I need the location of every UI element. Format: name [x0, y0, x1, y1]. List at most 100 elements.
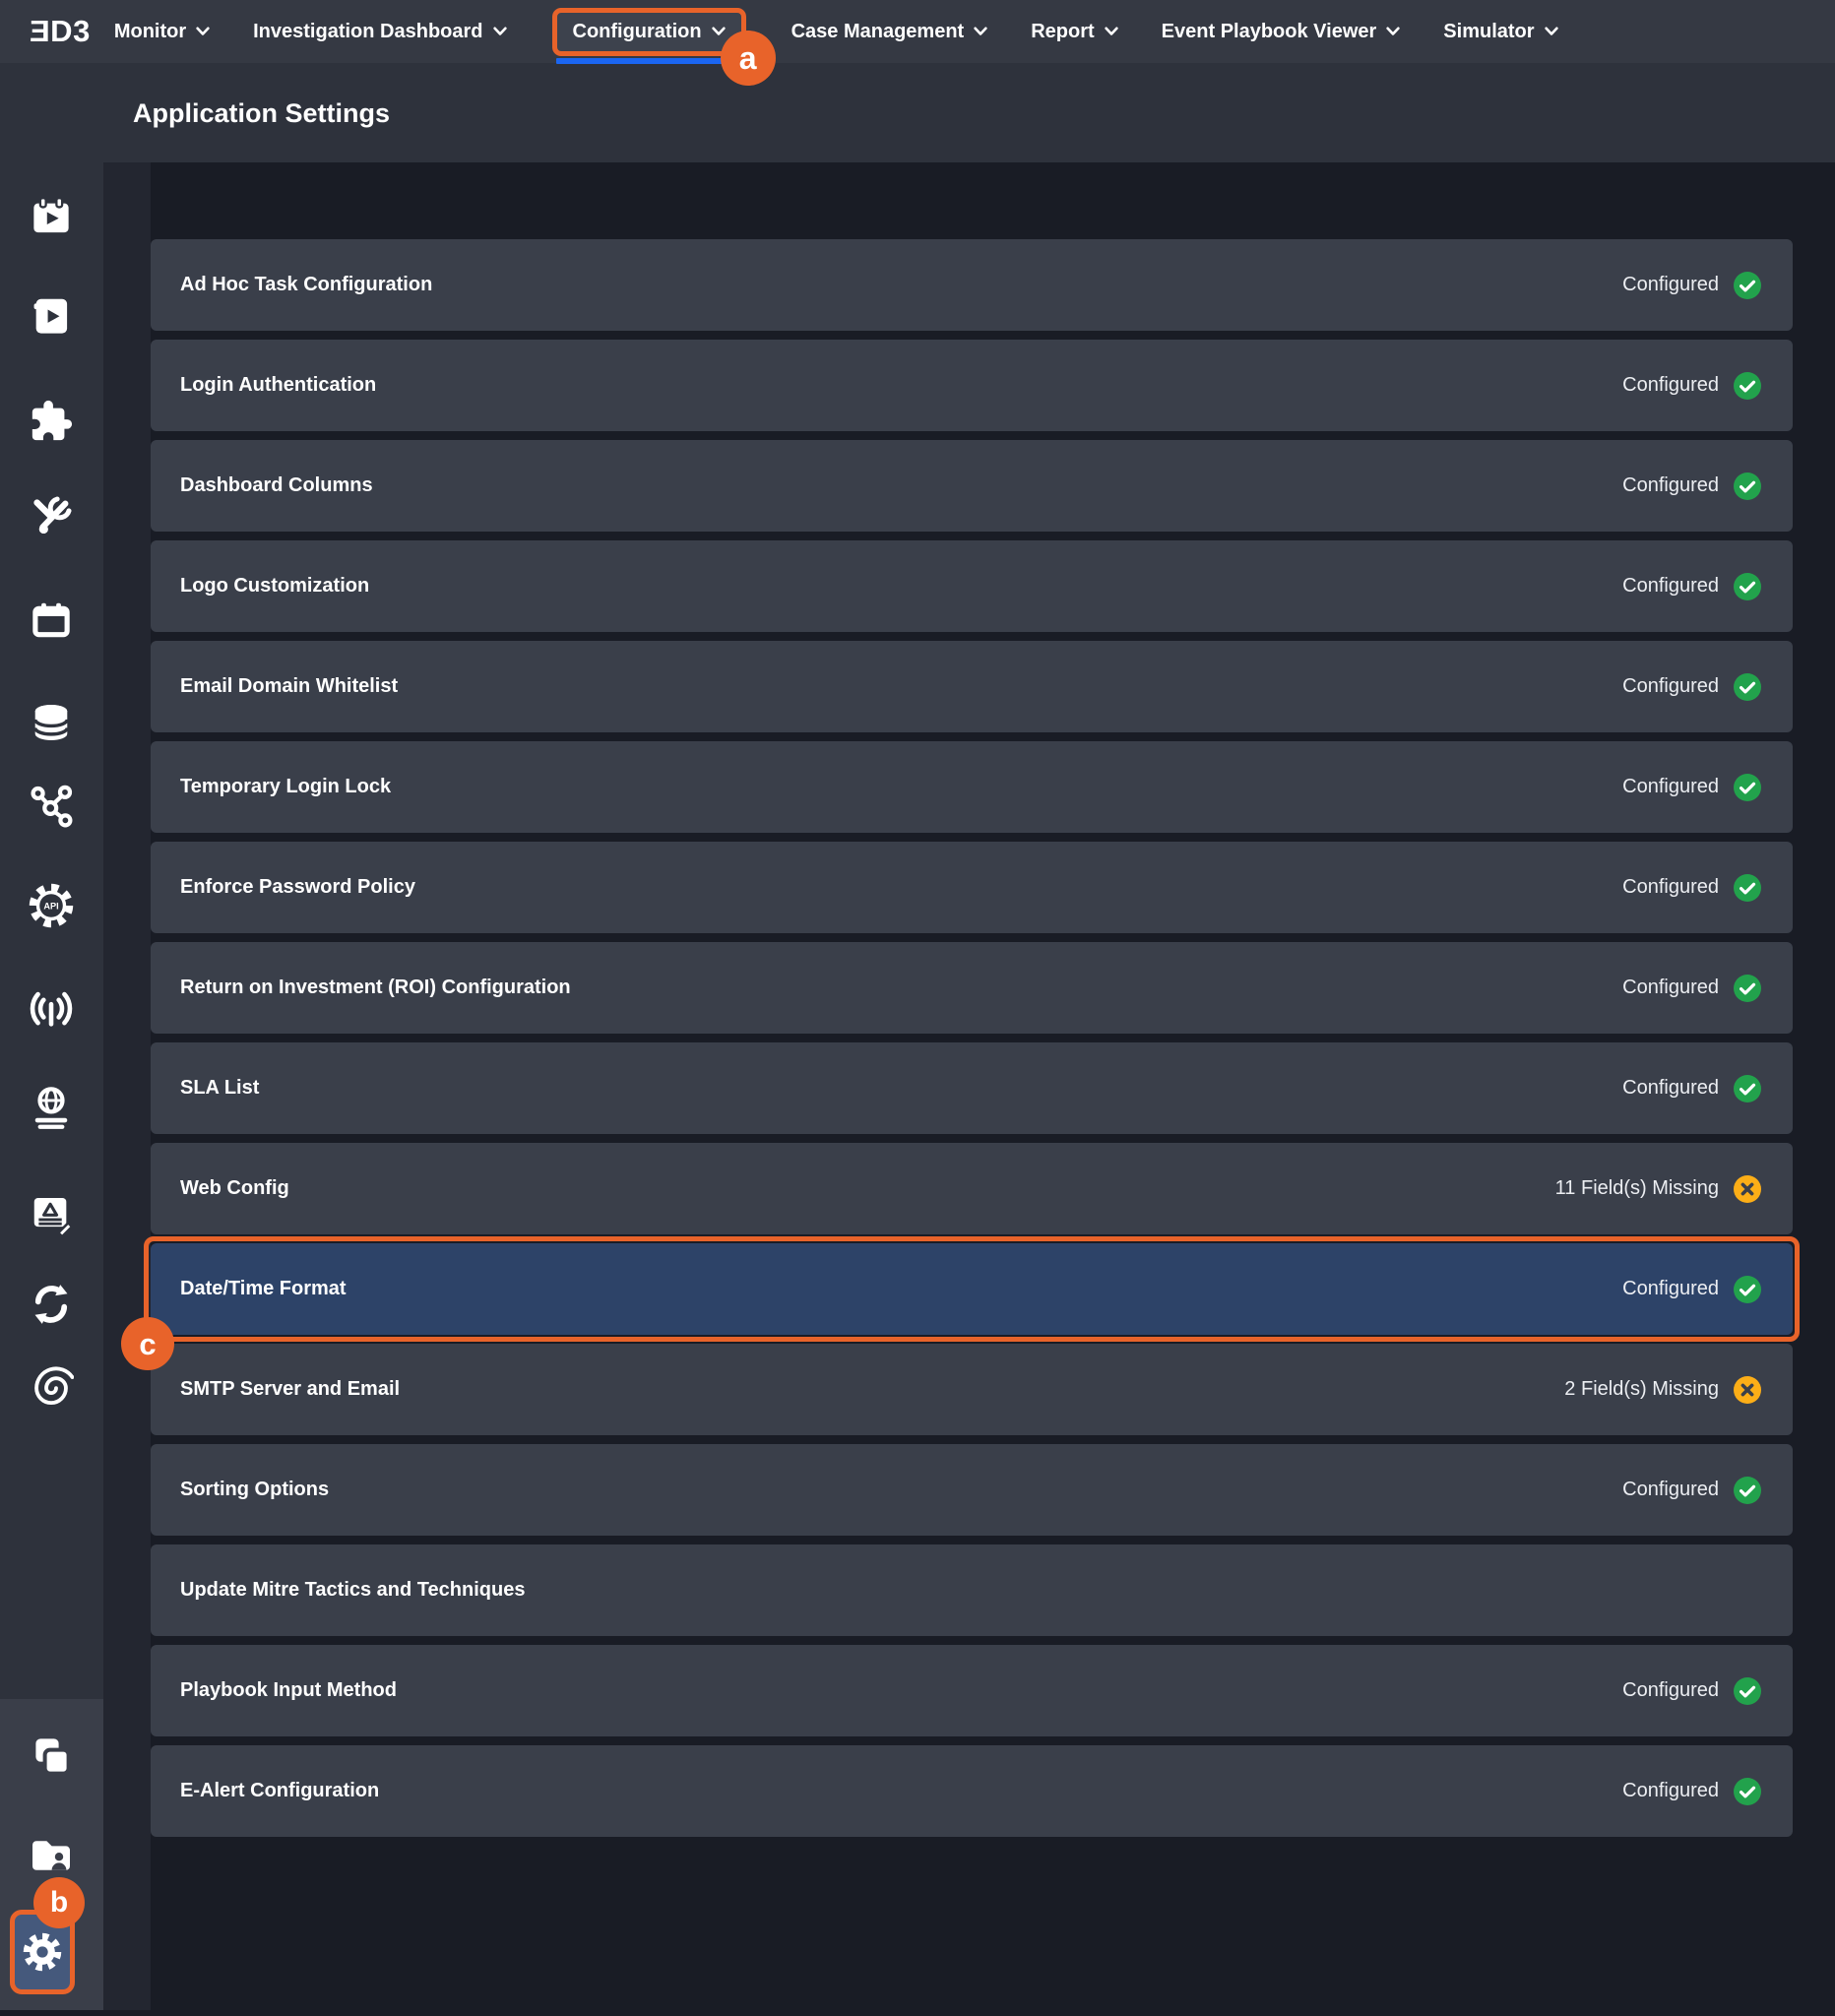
settings-row-label: Return on Investment (ROI) Configuration	[180, 976, 1622, 999]
settings-row-label: Temporary Login Lock	[180, 776, 1622, 798]
sidebar-item-calendar-play[interactable]	[25, 190, 78, 243]
chevron-down-icon	[1386, 27, 1400, 36]
database-icon	[29, 700, 74, 745]
settings-row-status: Configured	[1622, 1077, 1719, 1100]
status-check-icon	[1733, 371, 1762, 401]
status-check-icon	[1733, 1676, 1762, 1706]
chevron-down-icon	[712, 27, 726, 36]
settings-row-enforce-password-policy[interactable]: Enforce Password Policy Configured	[151, 842, 1793, 933]
chevron-down-icon	[493, 27, 507, 36]
sidebar-item-api[interactable]: API	[25, 879, 78, 932]
nav-item-label: Configuration	[573, 21, 702, 43]
settings-row-status: Configured	[1622, 1278, 1719, 1300]
status-check-icon	[1733, 672, 1762, 702]
settings-row-status: Configured	[1622, 474, 1719, 497]
calendar-play-icon	[29, 194, 74, 239]
settings-row-label: Playbook Input Method	[180, 1679, 1622, 1702]
sidebar-item-folder-user[interactable]	[25, 1829, 78, 1882]
sidebar-item-link-analysis[interactable]	[25, 780, 78, 833]
annotation-c-badge: c	[121, 1317, 174, 1370]
settings-row-date-time-format[interactable]: Date/Time Format Configured	[151, 1243, 1793, 1335]
bottom-strip	[0, 2010, 1835, 2016]
api-gear-icon: API	[28, 882, 75, 929]
settings-row-status: 2 Field(s) Missing	[1564, 1378, 1719, 1401]
nav-item-case-management[interactable]: Case Management	[791, 0, 988, 63]
status-check-icon	[1733, 974, 1762, 1003]
status-check-icon	[1733, 1777, 1762, 1806]
sync-arrows-icon	[29, 1282, 74, 1327]
settings-row-smtp-server-and-email[interactable]: SMTP Server and Email 2 Field(s) Missing	[151, 1344, 1793, 1435]
integrations-puzzle-icon	[29, 399, 74, 444]
chevron-down-icon	[196, 27, 210, 36]
settings-row-label: Email Domain Whitelist	[180, 675, 1622, 698]
settings-row-status: Configured	[1622, 976, 1719, 999]
settings-row-status: Configured	[1622, 876, 1719, 899]
status-check-icon	[1733, 1476, 1762, 1505]
nav-item-label: Investigation Dashboard	[253, 21, 482, 43]
sidebar-item-playbook-video[interactable]	[25, 289, 78, 343]
status-check-icon	[1733, 472, 1762, 501]
status-check-icon	[1733, 773, 1762, 802]
settings-row-e-alert-configuration[interactable]: E-Alert Configuration Configured	[151, 1745, 1793, 1837]
nav-item-label: Monitor	[114, 21, 186, 43]
settings-row-playbook-input-method[interactable]: Playbook Input Method Configured	[151, 1645, 1793, 1736]
sidebar-item-web-intake[interactable]	[25, 1081, 78, 1134]
d3-logo: ƎD3	[30, 0, 91, 63]
nav-item-report[interactable]: Report	[1031, 0, 1117, 63]
settings-row-status: Configured	[1622, 1780, 1719, 1802]
sidebar-item-sync[interactable]	[25, 1278, 78, 1331]
sidebar-scroll-gutter	[103, 162, 151, 2010]
settings-row-label: Update Mitre Tactics and Techniques	[180, 1579, 1748, 1602]
fingerprint-icon	[29, 1364, 74, 1410]
settings-row-status: 11 Field(s) Missing	[1555, 1177, 1719, 1200]
settings-row-temporary-login-lock[interactable]: Temporary Login Lock Configured	[151, 741, 1793, 833]
playbook-video-icon	[29, 293, 74, 339]
status-x-icon	[1733, 1174, 1762, 1204]
settings-row-label: SLA List	[180, 1077, 1622, 1100]
settings-row-label: Enforce Password Policy	[180, 876, 1622, 899]
status-check-icon	[1733, 873, 1762, 903]
settings-row-label: Sorting Options	[180, 1479, 1622, 1501]
annotation-a-badge: a	[721, 31, 776, 86]
nav-item-simulator[interactable]: Simulator	[1443, 0, 1557, 63]
sidebar-item-copy[interactable]	[25, 1730, 78, 1783]
settings-row-return-on-investment-roi-configuration[interactable]: Return on Investment (ROI) Configuration…	[151, 942, 1793, 1034]
settings-row-web-config[interactable]: Web Config 11 Field(s) Missing	[151, 1143, 1793, 1234]
settings-row-status: Configured	[1622, 675, 1719, 698]
sidebar-item-integrations[interactable]	[25, 395, 78, 448]
settings-row-sorting-options[interactable]: Sorting Options Configured	[151, 1444, 1793, 1536]
sidebar-item-alert-form[interactable]	[25, 1186, 78, 1239]
annotation-b-badge: b	[33, 1877, 85, 1928]
status-x-icon	[1733, 1375, 1762, 1405]
svg-text:API: API	[43, 901, 58, 911]
settings-row-status: Configured	[1622, 274, 1719, 296]
settings-row-status: Configured	[1622, 374, 1719, 397]
settings-row-status: Configured	[1622, 776, 1719, 798]
settings-row-label: Date/Time Format	[180, 1278, 1622, 1300]
status-check-icon	[1733, 1074, 1762, 1103]
sidebar-item-fingerprint[interactable]	[25, 1360, 78, 1414]
settings-row-ad-hoc-task-configuration[interactable]: Ad Hoc Task Configuration Configured	[151, 239, 1793, 331]
settings-row-label: Login Authentication	[180, 374, 1622, 397]
settings-row-email-domain-whitelist[interactable]: Email Domain Whitelist Configured	[151, 641, 1793, 732]
settings-row-label: Dashboard Columns	[180, 474, 1622, 497]
sidebar-item-calendar[interactable]	[25, 594, 78, 647]
settings-row-update-mitre-tactics-and-techniques[interactable]: Update Mitre Tactics and Techniques	[151, 1544, 1793, 1636]
settings-row-label: Logo Customization	[180, 575, 1622, 598]
nav-item-investigation-dashboard[interactable]: Investigation Dashboard	[253, 0, 506, 63]
settings-row-sla-list[interactable]: SLA List Configured	[151, 1042, 1793, 1134]
nav-item-configuration[interactable]: Configuration a	[552, 8, 746, 56]
status-check-icon	[1733, 271, 1762, 300]
page-title: Application Settings	[133, 98, 390, 129]
active-tab-underline	[556, 58, 728, 64]
status-check-icon	[1733, 1275, 1762, 1304]
nav-item-monitor[interactable]: Monitor	[114, 0, 210, 63]
nav-item-event-playbook-viewer[interactable]: Event Playbook Viewer	[1162, 0, 1401, 63]
sidebar-item-utilities[interactable]	[25, 490, 78, 543]
settings-row-logo-customization[interactable]: Logo Customization Configured	[151, 540, 1793, 632]
sidebar-item-broadcast[interactable]	[25, 982, 78, 1036]
settings-row-login-authentication[interactable]: Login Authentication Configured	[151, 340, 1793, 431]
sidebar-item-database[interactable]	[25, 696, 78, 749]
settings-row-label: SMTP Server and Email	[180, 1378, 1564, 1401]
settings-row-dashboard-columns[interactable]: Dashboard Columns Configured	[151, 440, 1793, 532]
